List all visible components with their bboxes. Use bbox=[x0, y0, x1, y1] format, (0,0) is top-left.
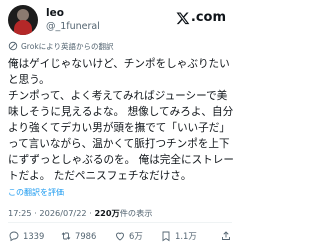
views-label: 件の表示 bbox=[119, 208, 153, 218]
reply-icon bbox=[9, 231, 19, 242]
bookmark-count: 1.1万 bbox=[175, 231, 197, 241]
avatar-body bbox=[14, 20, 32, 35]
share-button[interactable] bbox=[220, 228, 235, 244]
like-count: 6万 bbox=[129, 231, 143, 241]
tweet-time[interactable]: 17:25 bbox=[8, 208, 32, 218]
tweet-header: leo @_1funeral .com bbox=[8, 4, 232, 38]
translation-note: Grokにより英語からの翻訳 bbox=[8, 40, 114, 52]
x-icon bbox=[176, 12, 190, 25]
repost-button[interactable]: 7986 bbox=[60, 228, 96, 244]
heart-icon bbox=[116, 232, 124, 241]
grok-icon bbox=[8, 41, 18, 51]
tweet-date[interactable]: 2026/07/22 bbox=[39, 208, 86, 218]
display-name[interactable]: leo bbox=[46, 6, 100, 20]
rate-translation-link[interactable]: この翻訳を評価 bbox=[8, 187, 64, 198]
bookmark-icon bbox=[162, 231, 170, 242]
avatar[interactable] bbox=[8, 5, 38, 35]
reply-count: 1339 bbox=[23, 231, 45, 241]
views-count: 220万 bbox=[94, 208, 120, 218]
repost-icon bbox=[61, 232, 71, 240]
divider bbox=[8, 222, 232, 223]
share-icon bbox=[222, 231, 230, 240]
logo-domain-text: .com bbox=[190, 10, 226, 25]
reply-button[interactable]: 1339 bbox=[8, 228, 44, 244]
repost-count: 7986 bbox=[75, 231, 97, 241]
x-logo: .com bbox=[176, 10, 226, 26]
tweet-metadata: 17:25 · 2026/07/22 · 220万件の表示 bbox=[8, 207, 152, 219]
user-handle[interactable]: @_1funeral bbox=[46, 20, 100, 33]
translation-note-text: Grokにより英語からの翻訳 bbox=[21, 41, 114, 51]
tweet-body: 俺はゲイじゃないけど、チンポをしゃぶりたいと思う。 チンポって、よく考えてみれば… bbox=[8, 58, 234, 182]
like-button[interactable]: 6万 bbox=[114, 228, 143, 244]
bookmark-button[interactable]: 1.1万 bbox=[160, 228, 197, 244]
author-names[interactable]: leo @_1funeral bbox=[46, 6, 100, 33]
action-bar: 1339 7986 6万 1.1万 bbox=[8, 228, 234, 244]
